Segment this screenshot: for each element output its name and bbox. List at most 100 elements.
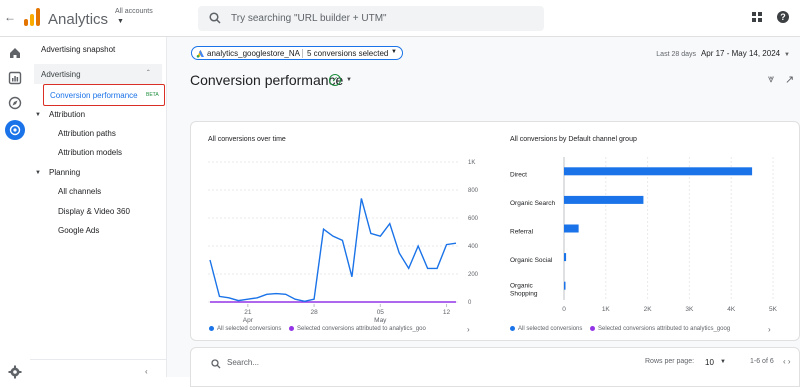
collapse-chevron-icon[interactable]: ‹ [145, 367, 148, 376]
y-tick-label: 600 [468, 216, 479, 222]
series-line [209, 198, 457, 303]
help-icon[interactable]: ? [777, 11, 789, 23]
x-tick-label: 4K [727, 306, 736, 313]
x-tick-label: 21 [244, 309, 252, 316]
rows-per-page-label: Rows per page: [645, 358, 695, 365]
nav-advertising-snapshot[interactable]: Advertising snapshot [41, 45, 115, 54]
charts-svg: 0 200 400 600 800 1K 21Apr 28 05May 12 0 1K 2K 3K 4K 5K… [208, 157, 778, 324]
nav-conversion-performance-label: Conversion performance [50, 91, 138, 100]
caret-down-icon: ▼ [117, 18, 124, 25]
x-tick-label: 05 [377, 309, 385, 316]
search-bar[interactable]: Try searching "URL builder + UTM" [198, 6, 544, 31]
table-search-input[interactable]: Search... [227, 358, 259, 367]
top-app-bar: ← Analytics All accounts ▼ Try searching… [0, 0, 800, 37]
main-content: analytics_googlestore_NA 5 conversions s… [167, 37, 800, 387]
x-tick-label: 12 [443, 309, 451, 316]
nav-display-video-360[interactable]: Display & Video 360 [58, 207, 130, 216]
bar [564, 281, 566, 290]
legend-series-1: All selected conversions [518, 326, 583, 333]
chip-divider [302, 49, 303, 58]
share-icon[interactable]: ⩔ [768, 73, 774, 86]
bar [564, 224, 579, 233]
nav-attribution-paths[interactable]: Attribution paths [58, 129, 116, 138]
y-tick-label: 400 [468, 244, 479, 250]
page-title: Conversion performance [190, 72, 344, 88]
category-label: Organic [510, 283, 534, 290]
account-selector[interactable]: All accounts ▼ [115, 8, 153, 25]
table-card: Search... Rows per page: 10 ▼ 1-6 of 6 ‹… [190, 347, 800, 387]
side-navigation: Advertising snapshot Advertising ˆ Conve… [30, 37, 167, 377]
insights-icon[interactable]: ↗ [785, 73, 794, 86]
caret-down-icon[interactable]: ▼ [346, 77, 352, 83]
beta-badge: BETA [146, 92, 159, 98]
y-tick-label: 0 [468, 300, 472, 306]
comparison-chip[interactable]: analytics_googlestore_NA 5 conversions s… [191, 46, 403, 60]
charts-card: All conversions over time All conversion… [190, 121, 800, 341]
search-icon [211, 359, 221, 369]
explore-icon[interactable] [8, 96, 22, 110]
x-tick-sublabel: Apr [243, 317, 254, 324]
apps-grid-icon[interactable] [752, 12, 762, 22]
bar [564, 167, 753, 176]
nav-section-advertising[interactable]: Advertising ˆ [34, 64, 162, 84]
x-tick-label: 5K [769, 306, 778, 313]
home-icon[interactable] [8, 46, 22, 60]
reports-icon[interactable] [8, 71, 22, 85]
property-label: analytics_googlestore_NA [207, 49, 300, 58]
x-tick-label: 0 [562, 306, 566, 313]
bar-chart-legend: All selected conversions Selected conver… [510, 326, 730, 332]
google-ads-icon [196, 50, 204, 58]
caret-down-icon[interactable]: ▼ [720, 359, 726, 365]
date-range-prefix: Last 28 days [656, 51, 696, 58]
caret-down-icon[interactable]: ▼ [35, 112, 41, 118]
pagination-info: 1-6 of 6 [750, 358, 774, 365]
y-tick-label: 200 [468, 272, 479, 278]
back-arrow-icon[interactable]: ← [4, 10, 16, 24]
legend-series-1: All selected conversions [217, 326, 282, 333]
advertising-icon-active[interactable] [5, 120, 25, 140]
x-tick-label: 1K [602, 306, 611, 313]
check-circle-icon[interactable]: ✓ [329, 74, 341, 86]
y-tick-label: 800 [468, 188, 479, 194]
chevron-up-icon: ˆ [147, 69, 150, 78]
x-tick-label: 3K [685, 306, 694, 313]
category-label: Organic Social [510, 257, 553, 264]
search-icon [209, 12, 221, 24]
app-title: Analytics [48, 11, 109, 28]
conversions-selected-label: 5 conversions selected [307, 49, 389, 58]
date-range-picker[interactable]: Last 28 days Apr 17 - May 14, 2024 ▼ [656, 49, 790, 58]
nav-attribution[interactable]: Attribution [49, 110, 85, 119]
category-label: Direct [510, 171, 527, 178]
category-label-line2: Shopping [510, 291, 538, 298]
y-tick-label: 1K [468, 160, 475, 166]
nav-google-ads[interactable]: Google Ads [58, 226, 99, 235]
bar [564, 195, 644, 204]
line-chart-legend: All selected conversions Selected conver… [209, 326, 426, 332]
legend-series-2: Selected conversions attributed to analy… [297, 326, 426, 333]
search-placeholder: Try searching "URL builder + UTM" [231, 13, 387, 24]
caret-down-icon: ▼ [391, 49, 397, 55]
caret-down-icon[interactable]: ▼ [35, 170, 41, 176]
x-tick-sublabel: May [374, 317, 387, 324]
category-label: Referral [510, 229, 534, 236]
rows-per-page-select[interactable]: 10 [705, 358, 714, 367]
category-label: Organic Search [510, 200, 556, 207]
nav-advertising-label: Advertising [41, 70, 81, 79]
bar [564, 253, 567, 262]
left-icon-rail [0, 37, 30, 379]
accounts-label: All accounts [115, 8, 153, 15]
divider [30, 359, 167, 360]
nav-conversion-performance[interactable]: Conversion performance BETA [43, 84, 165, 106]
nav-planning[interactable]: Planning [49, 168, 80, 177]
chevron-right-icon[interactable]: › [768, 325, 771, 334]
caret-down-icon: ▼ [784, 52, 790, 58]
x-tick-label: 28 [310, 309, 318, 316]
x-tick-label: 2K [644, 306, 653, 313]
pagination-arrows-icon[interactable]: ‹ › [783, 357, 791, 366]
analytics-logo [24, 8, 40, 26]
date-range-value: Apr 17 - May 14, 2024 [700, 49, 781, 58]
nav-attribution-models[interactable]: Attribution models [58, 148, 122, 157]
legend-series-2: Selected conversions attributed to analy… [598, 326, 731, 333]
chevron-right-icon[interactable]: › [467, 325, 470, 334]
nav-all-channels[interactable]: All channels [58, 187, 101, 196]
